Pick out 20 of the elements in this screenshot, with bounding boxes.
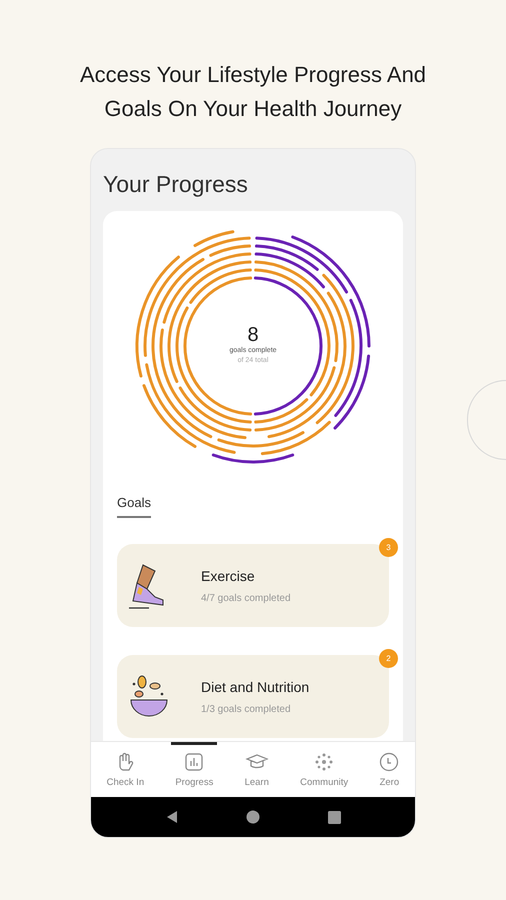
goal-title: Diet and Nutrition [201, 678, 310, 697]
goal-subtitle: 1/3 goals completed [201, 702, 292, 717]
page-heading: Access Your Lifestyle Progress And Goals On Your Health Journey [78, 61, 428, 123]
recents-icon[interactable] [328, 810, 342, 824]
nav-tab[interactable]: Community [296, 742, 352, 797]
goal-title: Exercise [201, 566, 256, 586]
goals-tab[interactable]: Goals [117, 492, 151, 518]
home-icon[interactable] [246, 810, 260, 824]
goals-count: 8 [247, 324, 259, 346]
goal-count-badge: 2 [379, 649, 398, 668]
bar-chart-icon [184, 752, 204, 772]
goal-subtitle: 4/7 goals completed [201, 592, 291, 606]
nav-tab[interactable]: Check In [102, 742, 148, 797]
clock-icon [379, 752, 400, 772]
nav-tab[interactable]: Zero [375, 742, 404, 797]
screen-title: Your Progress [102, 170, 249, 199]
back-icon[interactable] [164, 810, 179, 824]
goal-count-badge: 3 [379, 538, 398, 558]
nav-tab[interactable]: Learn [240, 742, 273, 797]
dots-cluster-icon [314, 752, 334, 772]
